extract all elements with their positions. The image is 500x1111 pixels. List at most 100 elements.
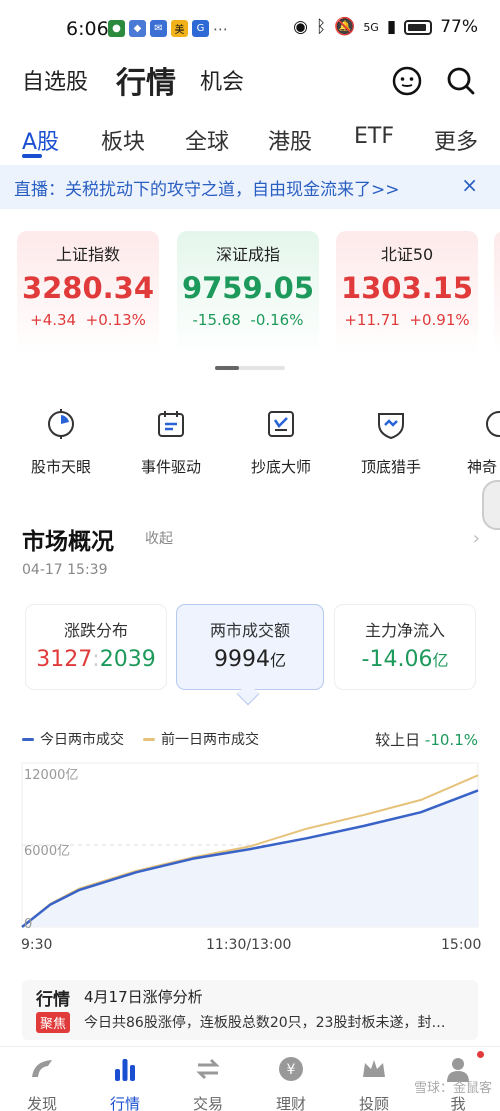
inflow-unit: 亿 [432,651,449,670]
index-pct: -0.16% [250,311,304,329]
tab-label: 行情 [109,1095,140,1111]
y-tick-label: 12000亿 [24,768,79,783]
x-tick-label: 9:30 [21,937,53,953]
index-card-partial[interactable] [494,231,500,356]
carousel-indicator [215,366,285,370]
tab-label: 发现 [26,1095,57,1111]
tool-label: 股市天眼 [30,458,91,476]
index-name: 北证50 [380,245,434,264]
compare-label: 较上日 [375,731,421,749]
index-card-shanghai[interactable]: 上证指数 3280.34 +4.34 +0.13% [17,231,159,356]
radar-icon [48,409,74,439]
yuan-icon: ¥ [279,1057,303,1081]
tool-magic[interactable]: 神奇 [451,408,500,477]
stat-inflow[interactable]: 主力净流入 -14.06亿 [334,604,476,690]
header-tab-market[interactable]: 行情 [116,58,176,102]
legend-yesterday: 前一日两市成交 [143,729,259,749]
tab-advisor[interactable]: 投顾 [344,1055,404,1111]
tab-wealth[interactable]: ¥ 理财 [261,1055,321,1111]
legend-today: 今日两市成交 [22,729,124,749]
y-tick-label: 0 [24,917,33,932]
stat-turnover[interactable]: 两市成交额 9994亿 [176,604,324,690]
swap-icon [196,1058,220,1080]
stat-label: 两市成交额 [209,621,290,640]
tab-a-shares[interactable]: A股 [22,124,59,156]
turnover-value: 9994 [213,647,270,672]
focus-badge: 聚焦 [36,1012,71,1033]
status-time: 6:06 [66,18,109,40]
index-value: 3280.34 [21,271,155,305]
status-bar: 6:06 ● ◆ ✉ 美 G ⋯ ◉ ᛒ 🔕 5G ▮ 77% [0,0,500,60]
battery-icon [404,19,433,35]
close-icon[interactable]: × [461,173,478,197]
watermark: 雪球：金鼠客 [413,1081,492,1096]
app-icon: ◆ [129,20,146,37]
collapse-button[interactable]: 收起 [145,528,173,548]
tool-label: 顶底猎手 [360,458,421,476]
smiley-icon[interactable] [392,66,422,96]
update-time: 04-17 15:39 [22,562,108,578]
tab-global[interactable]: 全球 [185,124,229,156]
tool-event-driven[interactable]: 事件驱动 [121,408,221,477]
shield-icon [378,413,404,440]
wechat-icon: ● [108,20,125,37]
more-notifications-icon: ⋯ [213,20,228,38]
index-card-bz50[interactable]: 北证50 1303.15 +11.71 +0.91% [336,231,478,356]
limit-up-analysis-card[interactable]: 行情 4月17日涨停分析 聚焦 今日共86股涨停，连板股总数20只，23股封板未… [22,980,478,1040]
meituan-icon: 美 [171,20,188,37]
tab-more[interactable]: 更多 [434,124,478,156]
tab-hk[interactable]: 港股 [268,124,312,156]
tab-trade[interactable]: 交易 [178,1055,238,1111]
section-title: 市场概况 [22,529,114,555]
legend-label: 前一日两市成交 [161,732,259,748]
tool-market-eye[interactable]: 股市天眼 [11,408,111,477]
index-card-shenzhen[interactable]: 深证成指 9759.05 -15.68 -0.16% [177,231,319,356]
tab-discover[interactable]: 发现 [12,1055,72,1111]
promo-headline: 4月17日涨停分析 [84,988,203,1006]
legend-swatch [22,737,34,741]
tab-market-bottom[interactable]: 行情 [95,1055,155,1111]
chevron-right-icon[interactable]: › [473,528,480,549]
bluetooth-icon: ᛒ [315,17,327,37]
tab-label: 交易 [192,1095,223,1111]
tool-bottom-master[interactable]: 抄底大师 [231,408,331,477]
svg-text:¥: ¥ [287,1062,296,1078]
tool-label: 事件驱动 [140,458,201,476]
compare-value: -10.1% [424,731,478,749]
header-tab-watchlist[interactable]: 自选股 [22,64,88,96]
live-banner[interactable]: 直播：关税扰动下的攻守之道，自由现金流来了>> × [0,165,500,209]
tool-top-bottom-hunter[interactable]: 顶底猎手 [341,408,441,477]
tab-label: 投顾 [358,1095,389,1111]
up-count: 3127 [36,647,93,672]
index-pct: +0.13% [85,311,146,329]
snowball-icon: G [192,20,209,37]
index-change: -15.68 [192,311,241,329]
snowball-logo-icon [32,1060,52,1077]
index-value: 9759.05 [181,271,315,305]
battery-percent: 77% [440,17,478,37]
index-change: +4.34 [30,311,77,329]
floating-widget[interactable] [482,480,500,530]
tab-sectors[interactable]: 板块 [101,124,145,156]
tool-label: 抄底大师 [250,458,311,476]
index-change: +11.71 [344,311,400,329]
index-name: 上证指数 [55,245,120,264]
mute-icon: 🔕 [334,17,356,37]
bar-chart-icon [115,1059,135,1081]
notification-dot [477,1051,484,1058]
banner-text[interactable]: 直播：关税扰动下的攻守之道，自由现金流来了>> [14,175,400,200]
signal-icon: ▮ [386,17,397,37]
legend-swatch [143,737,155,741]
stat-updown[interactable]: 涨跌分布 3127:2039 [25,604,167,690]
stat-label: 涨跌分布 [63,621,128,640]
header-tab-opportunity[interactable]: 机会 [200,64,244,96]
bottom-tab-bar: 发现 行情 交易 ¥ 理财 投顾 我 雪球：金鼠客 [0,1046,500,1111]
index-name: 深证成指 [215,245,280,264]
tab-etf[interactable]: ETF [354,124,394,149]
search-icon[interactable] [446,66,476,96]
y-tick-label: 6000亿 [24,844,71,859]
turnover-unit: 亿 [269,651,286,670]
compare-yesterday: 较上日 -10.1% [375,729,478,750]
mail-icon: ✉ [150,20,167,37]
index-pct: +0.91% [409,311,470,329]
